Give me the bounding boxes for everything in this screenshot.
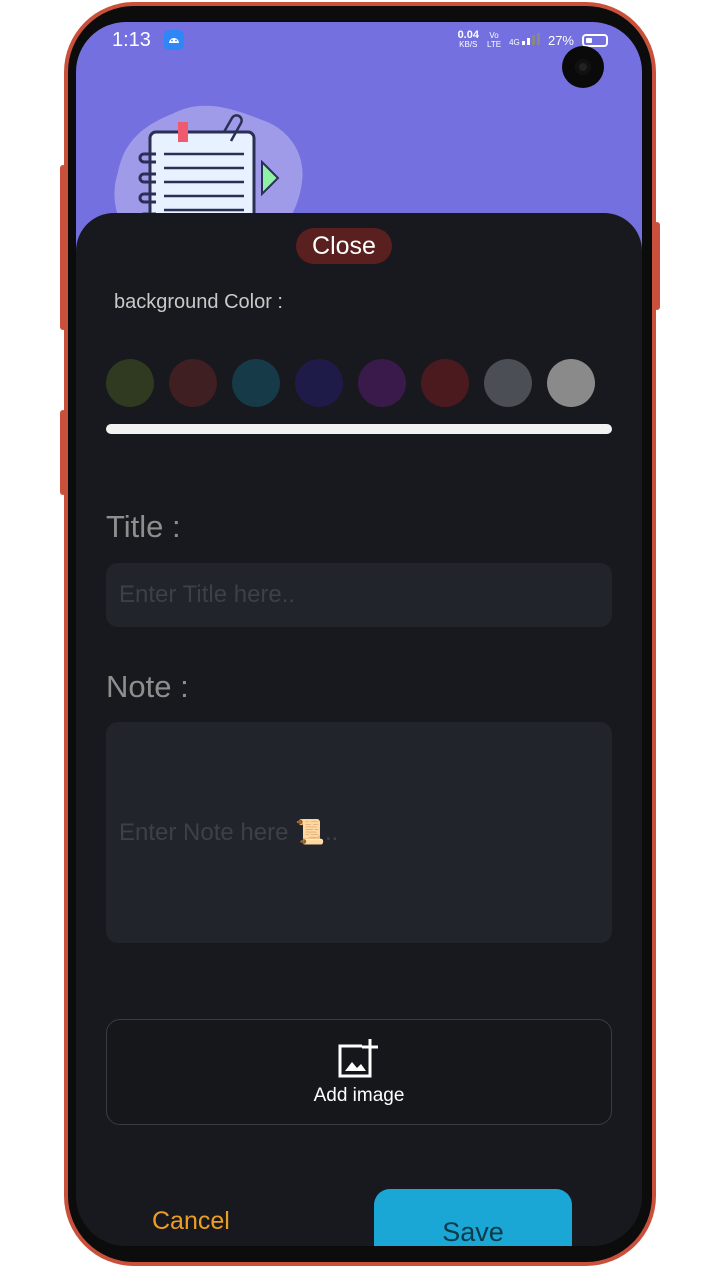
note-editor-sheet: Close background Color : Title : Enter T…	[76, 213, 642, 1246]
color-divider-bar	[106, 424, 612, 434]
color-swatch-maroon[interactable]	[169, 359, 217, 407]
color-swatch-navy[interactable]	[295, 359, 343, 407]
note-placeholder: Enter Note here 📜..	[119, 819, 339, 846]
color-swatch-red[interactable]	[421, 359, 469, 407]
color-swatch-gray[interactable]	[484, 359, 532, 407]
battery-percentage: 27%	[547, 32, 574, 48]
battery-icon	[582, 33, 608, 47]
android-notification-icon	[164, 30, 184, 50]
volume-button	[60, 165, 66, 330]
save-label: Save	[442, 1217, 504, 1246]
status-bar: 1:13 0.04 KB/S Vo LTE 4G 27%	[76, 22, 642, 62]
add-image-button[interactable]: Add image	[106, 1019, 612, 1125]
add-image-label: Add image	[313, 1085, 405, 1106]
bixby-button	[60, 410, 66, 495]
note-input[interactable]: Enter Note here 📜..	[106, 722, 612, 943]
power-button	[654, 222, 660, 310]
add-photo-icon	[338, 1039, 378, 1078]
background-color-label: background Color :	[114, 291, 283, 313]
front-camera	[562, 46, 604, 88]
color-swatch-teal[interactable]	[232, 359, 280, 407]
color-swatch-olive[interactable]	[106, 359, 154, 407]
color-swatch-light-gray[interactable]	[547, 359, 595, 407]
color-swatches	[106, 359, 595, 407]
network-speed: 0.04 KB/S	[457, 29, 479, 50]
save-button[interactable]: Save	[374, 1189, 572, 1246]
title-input[interactable]: Enter Title here..	[106, 563, 612, 627]
title-label: Title :	[106, 509, 181, 544]
close-button[interactable]: Close	[296, 228, 392, 264]
cancel-button[interactable]: Cancel	[152, 1207, 230, 1236]
note-label: Note :	[106, 669, 189, 704]
color-swatch-purple[interactable]	[358, 359, 406, 407]
signal-icon: 4G	[509, 33, 540, 47]
status-time: 1:13	[112, 29, 151, 51]
title-placeholder: Enter Title here..	[119, 581, 296, 608]
volte-indicator: Vo LTE	[486, 31, 502, 49]
screen: 1:13 0.04 KB/S Vo LTE 4G 27% Close backg…	[76, 22, 642, 1246]
